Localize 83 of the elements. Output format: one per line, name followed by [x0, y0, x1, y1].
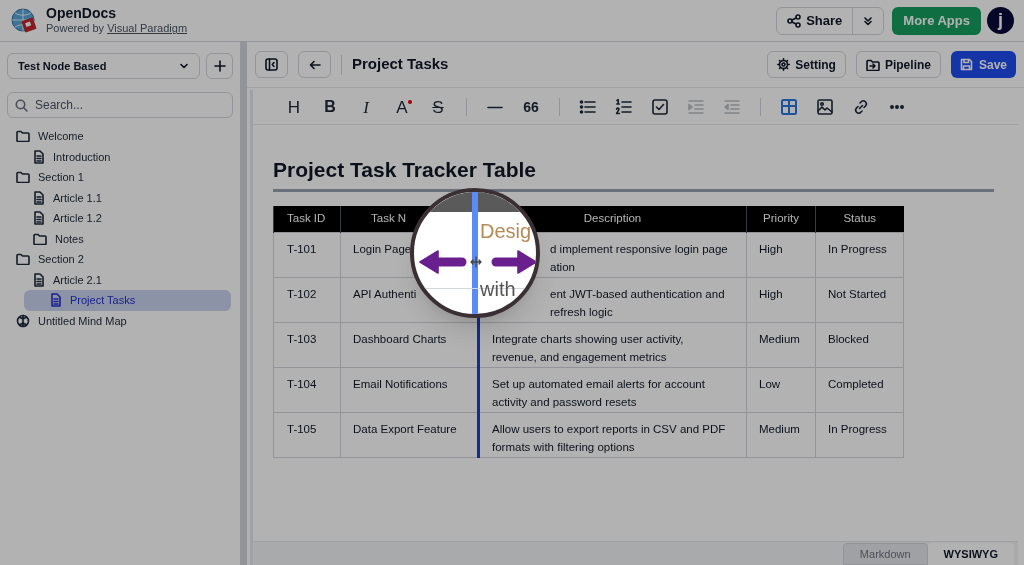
document-heading: Project Task Tracker Table	[273, 154, 994, 192]
document-icon	[33, 272, 45, 287]
document-icon	[33, 149, 45, 164]
toolbar-button[interactable]: I	[353, 94, 379, 120]
document-icon	[50, 293, 62, 308]
tree-item[interactable]: Project Tasks	[24, 290, 231, 311]
share-icon	[787, 13, 802, 28]
table-cell: Blocked	[815, 322, 904, 368]
toolbar-button[interactable]: 66	[518, 94, 544, 120]
space-dropdown[interactable]: Test Node Based	[7, 53, 200, 79]
tree-item[interactable]: Introduction	[7, 146, 233, 167]
column-header: Priority	[746, 205, 816, 233]
document-icon	[33, 211, 45, 226]
folder-icon	[16, 171, 30, 184]
table-cell: Medium	[746, 412, 816, 458]
horizontal-rule-icon	[487, 105, 503, 109]
mind-map-icon	[16, 313, 30, 328]
document-icon	[33, 190, 45, 205]
toolbar-button[interactable]: S	[425, 94, 451, 120]
tree-item[interactable]: Section 1	[7, 167, 233, 188]
pipeline-button[interactable]: Pipeline	[855, 51, 941, 78]
folder-arrow-icon	[865, 58, 880, 71]
tagline: Powered by	[46, 22, 106, 37]
table-cell: T-102	[273, 277, 341, 323]
folder-icon	[16, 130, 30, 143]
gear-icon	[777, 58, 791, 71]
double-chevron-icon	[863, 15, 874, 26]
document-title: Project Tasks	[352, 54, 449, 75]
plus-icon	[213, 60, 226, 72]
mode-tab[interactable]: WYSIWYG	[927, 543, 1014, 565]
tree-item[interactable]: Article 1.2	[7, 208, 233, 229]
table-cell: High	[746, 232, 816, 278]
table-cell: Integrate charts showing user activity, revenue, and engagement metrics	[478, 322, 747, 368]
app-name: OpenDocs	[46, 4, 117, 23]
table-icon	[780, 98, 798, 116]
toolbar-button[interactable]: A	[389, 94, 415, 120]
table-cell: T-105	[273, 412, 341, 458]
table-cell: T-103	[273, 322, 341, 368]
arrow-left-icon	[308, 59, 321, 70]
toolbar-button[interactable]: H	[281, 94, 307, 120]
table-cell: In Progress	[815, 232, 904, 278]
table-cell: T-101	[273, 232, 341, 278]
image-icon	[816, 98, 834, 116]
search-icon	[15, 99, 28, 112]
table-cell: Set up automated email alerts for account activity and password resets	[478, 367, 747, 413]
bullet-list-icon	[579, 98, 597, 116]
table-cell: Completed	[815, 367, 904, 413]
save-icon	[959, 58, 973, 71]
toggle-sidebar-button[interactable]	[255, 51, 288, 78]
table-cell: High	[746, 277, 816, 323]
table-cell: Allow users to export reports in CSV and PDF formats with filtering options	[478, 412, 747, 458]
column-header: Task ID	[273, 205, 341, 233]
table-cell: In Progress	[815, 412, 904, 458]
link-icon	[852, 98, 870, 116]
tree-item[interactable]: Untitled Mind Map	[7, 310, 233, 331]
folder-icon	[33, 232, 47, 245]
setting-button[interactable]: Setting	[767, 51, 846, 78]
magnified-text: with	[480, 278, 516, 300]
save-button[interactable]: Save	[950, 51, 1016, 78]
tree-item[interactable]: Article 2.1	[7, 269, 233, 290]
numbered-list-icon	[615, 98, 633, 116]
add-button[interactable]	[206, 53, 233, 79]
vendor-link[interactable]: Visual Paradigm	[107, 22, 188, 37]
table-cell: Not Started	[815, 277, 904, 323]
tree-item[interactable]: Article 1.1	[7, 187, 233, 208]
more-icon	[890, 105, 904, 109]
tree-item[interactable]: Section 2	[7, 249, 233, 270]
checkbox-icon	[651, 98, 669, 116]
toolbar-button[interactable]: B	[317, 94, 343, 120]
resize-arrows-icon	[416, 248, 536, 276]
tree-item[interactable]: Notes	[7, 228, 233, 249]
search-field[interactable]: Search...	[7, 92, 233, 118]
back-button[interactable]	[298, 51, 331, 78]
chevron-down-icon	[179, 61, 189, 71]
column-header: Status	[815, 205, 904, 233]
table-cell: Low	[746, 367, 816, 413]
table-cell: Medium	[746, 322, 816, 368]
user-avatar[interactable]: j	[987, 7, 1014, 34]
tree-item[interactable]: Welcome	[7, 126, 233, 147]
folder-icon	[16, 253, 30, 266]
table-cell: T-104	[273, 367, 341, 413]
sidebar-panel-icon	[265, 58, 278, 71]
globe-logo-icon	[10, 6, 38, 35]
